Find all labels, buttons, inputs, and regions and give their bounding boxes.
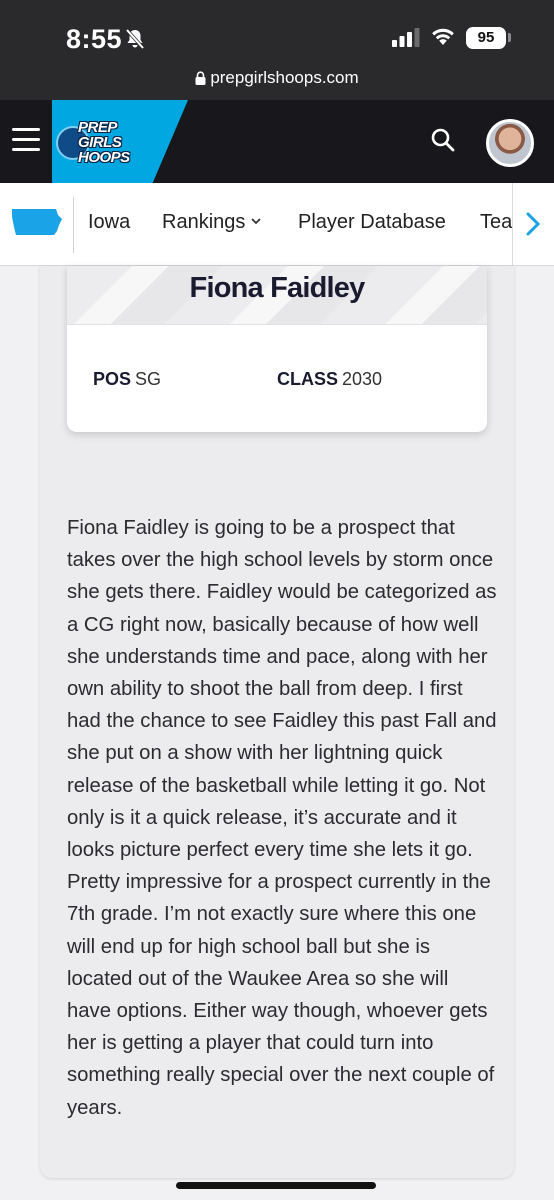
nav-item-teams[interactable]: Tea	[480, 211, 512, 234]
iowa-state-icon[interactable]	[10, 207, 62, 237]
logo-text: PREP GIRLS HOOPS	[78, 119, 130, 166]
sub-nav: Iowa Rankings Player Database Tea	[0, 183, 554, 266]
nav-item-iowa[interactable]: Iowa	[88, 211, 130, 234]
class-label: CLASS	[277, 369, 339, 389]
menu-icon[interactable]	[12, 128, 40, 154]
player-name: Fiona Faidley	[189, 272, 366, 304]
player-class: CLASS 2030	[277, 369, 382, 390]
battery-tip	[508, 33, 511, 42]
player-card: Fiona Faidley POS SG CLASS 2030	[67, 266, 487, 432]
pos-label: POS	[93, 369, 132, 389]
card-divider	[67, 324, 487, 325]
user-avatar[interactable]	[486, 119, 534, 167]
wifi-icon	[432, 28, 454, 45]
nav-divider	[73, 197, 74, 253]
signal-icon	[392, 28, 420, 47]
chevron-down-icon	[251, 218, 262, 225]
lock-icon	[195, 71, 206, 85]
nav-item-rankings-label: Rankings	[162, 211, 246, 233]
player-position: POS SG	[93, 369, 161, 390]
status-time: 8:55	[66, 24, 123, 54]
nav-item-rankings[interactable]: Rankings	[162, 211, 262, 234]
home-indicator[interactable]	[176, 1182, 376, 1189]
url-bar[interactable]: prepgirlshoops.com	[0, 68, 554, 88]
battery-icon: 95	[466, 27, 506, 49]
pos-value: SG	[135, 369, 162, 389]
nav-scroll-right-button[interactable]	[512, 183, 554, 265]
chevron-right-icon	[526, 212, 541, 236]
bell-slash-icon	[125, 28, 145, 50]
player-bio: Fiona Faidley is going to be a prospect …	[67, 517, 497, 1119]
site-logo[interactable]: PREP GIRLS HOOPS	[56, 116, 146, 168]
search-icon[interactable]	[430, 127, 456, 153]
class-value: 2030	[342, 369, 383, 389]
url-text: prepgirlshoops.com	[210, 68, 359, 87]
nav-item-player-database[interactable]: Player Database	[298, 211, 446, 234]
status-bar: 8:55 95 prepgirlshoops.com	[0, 0, 554, 100]
site-header: PREP GIRLS HOOPS	[0, 100, 554, 183]
